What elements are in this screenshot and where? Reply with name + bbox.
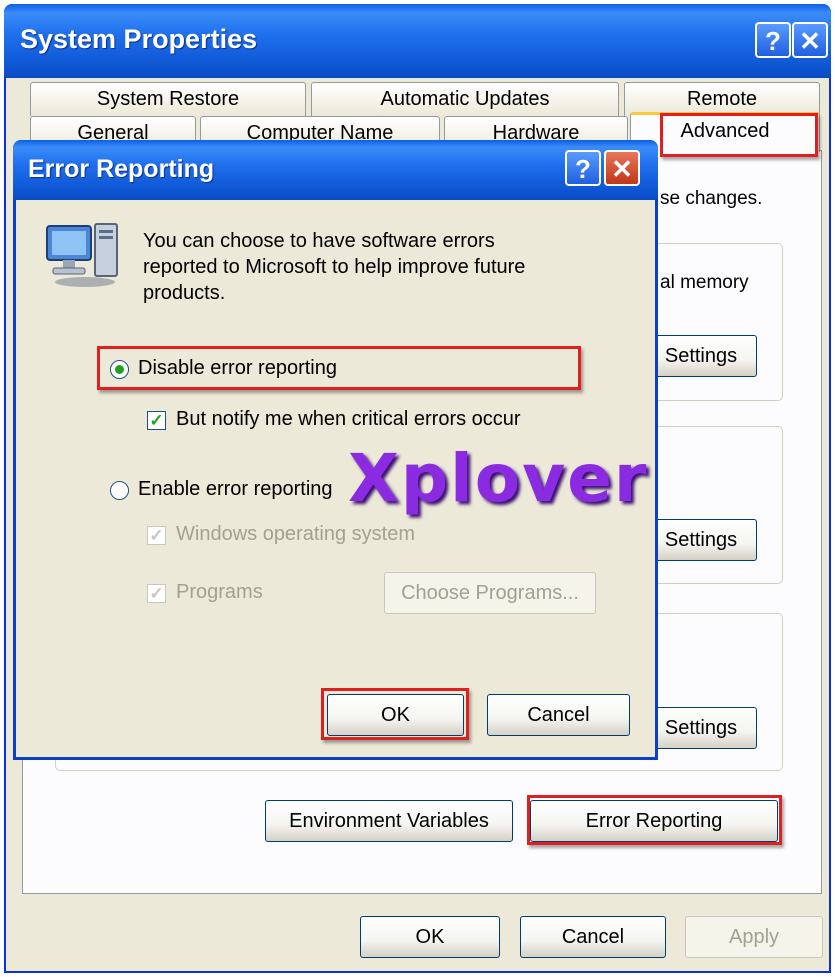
notify-critical-errors-checkbox[interactable]: ✓ [147, 411, 166, 430]
startup-recovery-settings-button[interactable]: Settings [645, 707, 757, 749]
xplover-watermark: Xplover [348, 440, 649, 517]
tab-remote[interactable]: Remote [624, 82, 820, 116]
close-button[interactable]: ✕ [792, 22, 828, 58]
description-line: reported to Microsoft to help improve fu… [143, 256, 526, 278]
system-cancel-button[interactable]: Cancel [520, 916, 666, 958]
dialog-close-button[interactable]: ✕ [604, 150, 640, 186]
disable-option-highlight [97, 346, 581, 390]
system-apply-button[interactable]: Apply [685, 916, 823, 958]
advanced-tab-highlight [660, 113, 818, 157]
environment-variables-button[interactable]: Environment Variables [265, 800, 513, 842]
ok-button-highlight [321, 688, 469, 740]
enable-error-reporting-label[interactable]: Enable error reporting [138, 478, 333, 501]
settings-label: Settings [664, 529, 738, 551]
settings-label: Settings [664, 345, 738, 367]
tab-automatic-updates[interactable]: Automatic Updates [311, 82, 619, 116]
help-button[interactable]: ? [755, 22, 791, 58]
programs-checkbox[interactable]: ✓ [147, 584, 166, 603]
panel-text-memory: al memory [660, 272, 749, 293]
tab-system-restore[interactable]: System Restore [30, 82, 306, 116]
description-line: You can choose to have software errors [143, 230, 495, 252]
notify-critical-errors-label[interactable]: But notify me when critical errors occur [176, 408, 521, 431]
error-reporting-highlight [527, 795, 782, 845]
performance-settings-button[interactable]: Settings [645, 335, 757, 377]
computer-icon [45, 220, 125, 290]
choose-programs-button[interactable]: Choose Programs... [384, 572, 596, 614]
windows-os-checkbox[interactable]: ✓ [147, 526, 166, 545]
system-properties-title: System Properties [20, 24, 258, 54]
description-line: products. [143, 282, 226, 304]
windows-os-label: Windows operating system [176, 523, 415, 545]
description-text: You can choose to have software errors r… [143, 228, 525, 306]
dialog-help-button[interactable]: ? [565, 150, 601, 186]
system-ok-button[interactable]: OK [360, 916, 500, 958]
programs-label: Programs [176, 581, 263, 603]
error-reporting-title: Error Reporting [28, 155, 215, 183]
dialog-cancel-button[interactable]: Cancel [487, 694, 630, 736]
settings-label: Settings [664, 717, 738, 739]
enable-error-reporting-radio[interactable] [110, 481, 129, 500]
user-profiles-settings-button[interactable]: Settings [645, 519, 757, 561]
panel-text-top: se changes. [660, 188, 763, 209]
